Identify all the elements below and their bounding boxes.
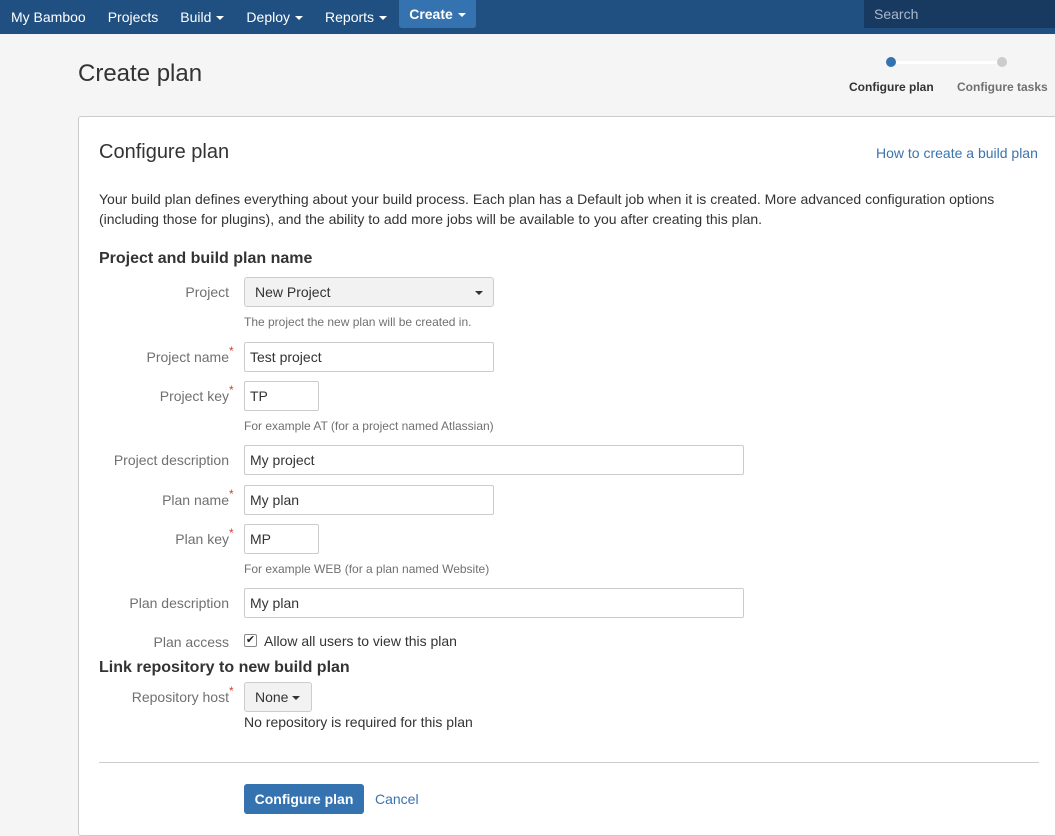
nav-projects[interactable]: Projects: [97, 0, 170, 34]
required-marker: *: [229, 526, 234, 540]
nav-build-label: Build: [180, 9, 212, 25]
project-key-input[interactable]: [244, 381, 319, 411]
help-link[interactable]: How to create a build plan: [876, 145, 1038, 161]
plan-description-input[interactable]: [244, 588, 744, 618]
project-description-input[interactable]: [244, 445, 744, 475]
plan-description-label: Plan description: [129, 595, 229, 611]
project-key-hint: For example AT (for a project named Atla…: [244, 419, 494, 433]
section-title-repository: Link repository to new build plan: [99, 659, 350, 676]
configure-plan-button[interactable]: Configure plan: [244, 784, 364, 814]
panel-title: Configure plan: [99, 141, 230, 163]
project-key-label: Project key: [159, 388, 229, 404]
required-marker: *: [229, 684, 234, 698]
step-configure-tasks: Configure tasks: [957, 80, 1048, 94]
create-button[interactable]: Create: [399, 0, 476, 28]
plan-key-label: Plan key: [175, 531, 229, 547]
configure-plan-panel: Configure plan How to create a build pla…: [78, 116, 1055, 836]
project-description-label: Project description: [113, 452, 229, 468]
chevron-down-icon: [475, 291, 483, 295]
repository-host-label: Repository host: [131, 689, 229, 705]
step-active-dot-icon: [886, 57, 896, 67]
nav-projects-label: Projects: [107, 9, 159, 25]
nav-reports[interactable]: Reports: [314, 0, 398, 34]
project-select[interactable]: New Project: [244, 277, 494, 307]
project-name-label: Project name: [146, 349, 229, 365]
project-hint: The project the new plan will be created…: [244, 315, 472, 329]
chevron-down-icon: [216, 16, 225, 20]
nav-deploy[interactable]: Deploy: [235, 0, 314, 34]
plan-access-checkbox[interactable]: ✔: [244, 634, 257, 647]
nav-my-bamboo[interactable]: My Bamboo: [0, 0, 97, 34]
step-configure-plan: Configure plan: [849, 80, 934, 94]
nav-my-bamboo-label: My Bamboo: [11, 9, 86, 25]
plan-name-input[interactable]: [244, 485, 494, 515]
step-inactive-dot-icon: [997, 57, 1007, 67]
top-navigation-bar: My Bamboo Projects Build Deploy Reports …: [0, 0, 1055, 34]
plan-key-hint: For example WEB (for a plan named Websit…: [244, 562, 490, 576]
repository-note: No repository is required for this plan: [244, 714, 473, 730]
nav-build[interactable]: Build: [169, 0, 235, 34]
chevron-down-icon: [295, 16, 304, 20]
intro-text: Your build plan defines everything about…: [99, 191, 995, 227]
chevron-down-icon: [292, 696, 301, 700]
nav-reports-label: Reports: [325, 9, 375, 25]
required-marker: *: [229, 487, 234, 501]
plan-access-label: Plan access: [153, 634, 229, 650]
plan-name-label: Plan name: [162, 492, 229, 508]
chevron-down-icon: [457, 13, 466, 17]
search-input[interactable]: [864, 0, 1055, 28]
form-divider: [99, 762, 1039, 763]
progress-line: [891, 61, 1002, 64]
repository-host-value: None: [255, 689, 289, 705]
chevron-down-icon: [379, 16, 388, 20]
project-select-value: New Project: [255, 284, 331, 300]
page-title: Create plan: [78, 60, 203, 87]
create-button-label: Create: [409, 6, 453, 22]
project-label: Project: [185, 284, 229, 300]
repository-host-dropdown[interactable]: None: [244, 682, 312, 712]
section-title-names: Project and build plan name: [99, 250, 313, 267]
plan-key-input[interactable]: [244, 524, 319, 554]
wizard-progress-tracker: Configure plan Configure tasks: [848, 54, 1055, 99]
nav-deploy-label: Deploy: [246, 9, 291, 25]
required-marker: *: [229, 383, 234, 397]
plan-access-checkbox-label[interactable]: Allow all users to view this plan: [264, 633, 457, 649]
cancel-link[interactable]: Cancel: [375, 791, 419, 807]
required-marker: *: [229, 344, 234, 358]
project-name-input[interactable]: [244, 342, 494, 372]
